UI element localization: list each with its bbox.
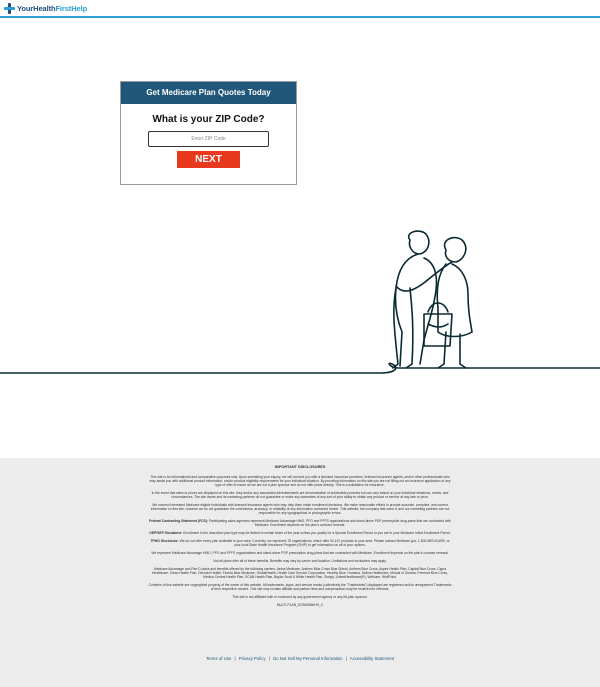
next-button[interactable]: NEXT: [177, 151, 240, 168]
tpmo-text: We do not offer every plan available in …: [179, 539, 450, 547]
disclosure-paragraph: We connect interested Medicare eligible …: [150, 503, 450, 515]
elderly-couple-line-art-icon: [0, 230, 600, 374]
carriers-paragraph: Medicare Advantage and Part D plans and …: [152, 567, 448, 579]
affiliation-paragraph: This site is not affiliated with or endo…: [232, 595, 368, 599]
site-logo[interactable]: YourHealthFirstHelp: [4, 3, 87, 14]
privacy-link[interactable]: Privacy Policy: [239, 656, 266, 661]
fcs-label: Federal Contracting Statement (FCS):: [149, 519, 208, 523]
disclosure-paragraph: This site is for informational and compa…: [149, 475, 451, 487]
disclosure-paragraph: We represent Medicare Advantage HMO, PPO…: [151, 551, 449, 555]
logo-text: YourHealthFirstHelp: [17, 4, 87, 13]
footer-links: Terms of Use | Privacy Policy | Do Not S…: [0, 656, 600, 661]
zip-question: What is your ZIP Code?: [152, 114, 265, 125]
footer: IMPORTANT DISCLOSURES This site is for i…: [0, 458, 600, 687]
disclosures-heading: IMPORTANT DISCLOSURES: [274, 465, 326, 469]
disclosures: IMPORTANT DISCLOSURES This site is for i…: [148, 465, 452, 611]
top-bar: YourHealthFirstHelp: [0, 0, 600, 18]
compliance-code: MULTI-PLAN_SCBMSMbHH_C: [276, 603, 324, 607]
form-title: Get Medicare Plan Quotes Today: [121, 82, 296, 104]
logo-accent-text: FirstHelp: [55, 4, 88, 13]
accessibility-link[interactable]: Accessibility Statement: [350, 656, 394, 661]
tpmo-label: TPMO Disclosure:: [150, 539, 179, 543]
oep-label: OEP/SEP Disclaimer:: [149, 531, 183, 535]
link-separator: |: [234, 656, 236, 661]
tpmo-paragraph: TPMO Disclosure: We do not offer every p…: [148, 539, 452, 547]
zip-code-input[interactable]: [148, 131, 269, 147]
do-not-sell-link[interactable]: Do Not Sell My Personal Information: [273, 656, 343, 661]
link-separator: |: [268, 656, 270, 661]
copyright-paragraph: Contents of this website are copyrighted…: [148, 583, 452, 591]
disclosure-paragraph: In the event that rates or prices are di…: [151, 491, 449, 499]
disclosure-paragraph: Not all plans offer all of these benefit…: [213, 559, 387, 563]
fcs-text: Participating sales agencies represent M…: [208, 519, 451, 527]
oep-text: Enrollment in the described plan type ma…: [183, 531, 451, 535]
link-separator: |: [345, 656, 347, 661]
logo-main-text: YourHealth: [17, 4, 56, 13]
terms-link[interactable]: Terms of Use: [206, 656, 231, 661]
fcs-paragraph: Federal Contracting Statement (FCS): Par…: [148, 519, 452, 527]
zip-form-card: Get Medicare Plan Quotes Today What is y…: [120, 81, 297, 185]
oep-paragraph: OEP/SEP Disclaimer: Enrollment in the de…: [148, 531, 452, 535]
medical-cross-icon: [4, 3, 15, 14]
